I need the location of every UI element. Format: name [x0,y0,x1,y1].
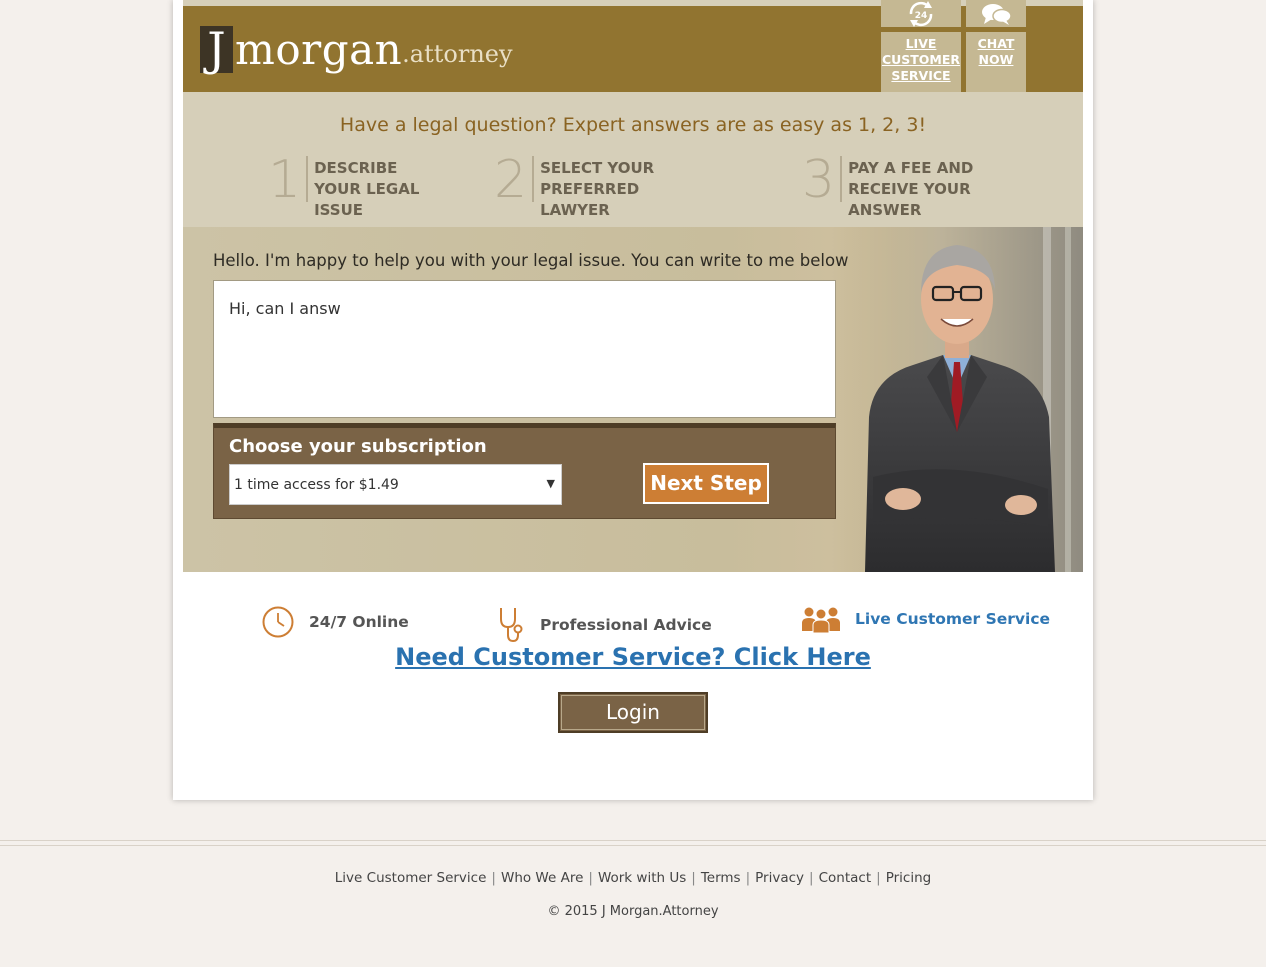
footer-link-privacy[interactable]: Privacy [755,870,804,886]
footer-link-live-customer-service[interactable]: Live Customer Service [335,870,487,886]
chat-now-label: CHAT NOW [977,36,1015,67]
hero-section: Hello. I'm happy to help you with your l… [183,227,1083,572]
page-container: J morgan .attorney 24 LIVE CUSTOMER SERV… [173,0,1093,800]
copyright-text: © 2015 J Morgan.Attorney [547,904,719,919]
subscription-select[interactable]: 1 time access for $1.49 ▼ [229,464,562,505]
hero-greeting: Hello. I'm happy to help you with your l… [213,251,849,270]
question-textarea[interactable]: Hi, can I answ [213,280,836,418]
feature-24-7: 24/7 Online [261,605,409,639]
lawyer-photo [843,227,1083,572]
login-button[interactable]: Login [558,692,708,733]
chat-bubbles-icon [966,0,1026,32]
steps-band: Have a legal question? Expert answers ar… [183,92,1083,227]
stethoscope-icon [500,608,523,643]
support-24-icon: 24 [881,0,961,32]
footer-link-contact[interactable]: Contact [819,870,872,886]
dropdown-arrow-icon: ▼ [546,477,555,490]
feature-live-customer-service[interactable]: Live Customer Service [801,605,1050,633]
svg-text:24: 24 [915,11,928,21]
steps-title: Have a legal question? Expert answers ar… [339,114,927,136]
subscription-panel: Choose your subscription 1 time access f… [213,423,836,519]
footer-divider [0,845,1266,846]
people-icon [802,607,840,633]
step-text: PAY A FEE AND RECEIVE YOUR ANSWER [848,159,974,219]
site-header: J morgan .attorney 24 LIVE CUSTOMER SERV… [183,0,1083,98]
logo[interactable]: J morgan .attorney [200,25,513,73]
feature-label: 24/7 Online [309,613,409,631]
chat-now-button[interactable]: CHAT NOW [966,0,1026,98]
live-customer-service-label: LIVE CUSTOMER SERVICE [881,36,961,83]
logo-main-text: morgan [235,25,403,74]
footer-link-pricing[interactable]: Pricing [886,870,932,886]
subscription-selected-value: 1 time access for $1.49 [234,477,399,493]
footer-link-work-with-us[interactable]: Work with Us [598,870,686,886]
step-text: DESCRIBE YOUR LEGAL ISSUE [314,159,420,219]
footer-separator: | [491,870,496,886]
footer-separator: | [745,870,751,886]
feature-professional-advice: Professional Advice [496,605,712,645]
feature-label: Professional Advice [540,616,712,634]
footer-divider [0,840,1266,841]
subscription-title: Choose your subscription [229,436,487,457]
logo-letter: J [200,26,233,73]
step-number: 1 [268,154,309,206]
next-step-button[interactable]: Next Step [643,463,769,504]
footer-links: Live Customer Service | Who We Are | Work wi… [0,870,1266,886]
step-number: 2 [494,154,535,206]
customer-service-link[interactable]: Need Customer Service? Click Here [173,643,1093,671]
live-customer-service-button[interactable]: 24 LIVE CUSTOMER SERVICE [881,0,961,98]
footer-link-terms[interactable]: Terms [701,870,741,886]
footer-separator: | [588,870,593,886]
step-item: 1 DESCRIBE YOUR LEGAL ISSUE [268,154,438,221]
footer-separator: | [809,870,814,886]
footer-link-who-we-are[interactable]: Who We Are [501,870,583,886]
step-text: SELECT YOUR PREFERRED LAWYER [540,159,655,219]
footer-separator: | [876,870,881,886]
step-item: 2 SELECT YOUR PREFERRED LAWYER [494,154,694,221]
step-number: 3 [802,154,843,206]
feature-label: Live Customer Service [855,610,1051,628]
logo-suffix-text: .attorney [402,40,513,68]
clock-icon [262,606,294,638]
footer-separator: | [691,870,696,886]
step-item: 3 PAY A FEE AND RECEIVE YOUR ANSWER [802,154,1027,221]
